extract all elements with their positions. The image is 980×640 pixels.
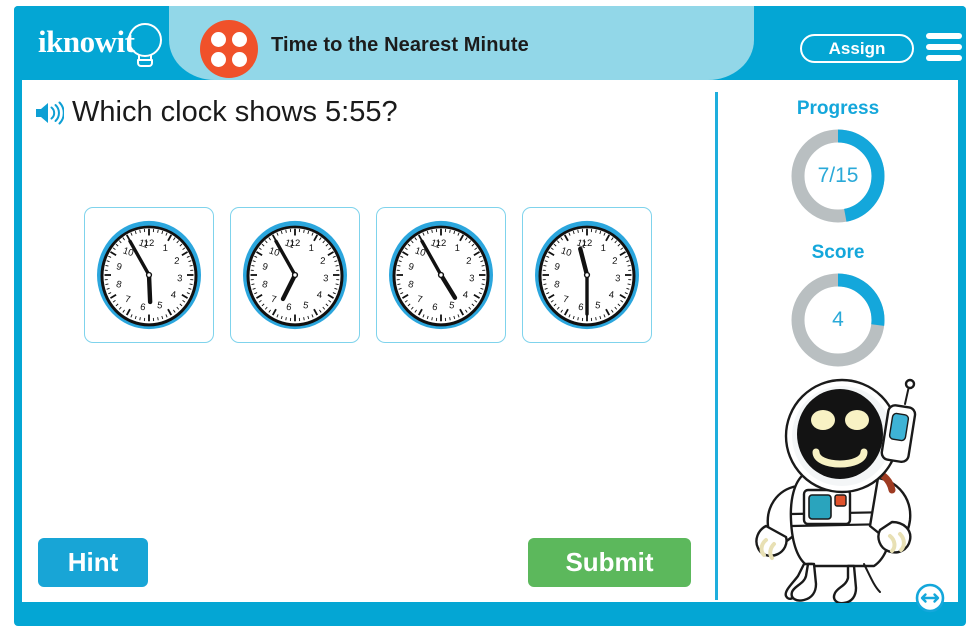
topic-title: Time to the Nearest Minute bbox=[271, 34, 529, 56]
analog-clock-icon: 12 1234567891011 bbox=[389, 220, 493, 330]
svg-text:3: 3 bbox=[177, 273, 183, 284]
progress-ring: 7/15 bbox=[786, 124, 890, 228]
answer-choice-list: 12 1 2 3 4 5 6 7 8 9 10 11 12 1 2 3 4 5 6 7 8 9 10 11 12 1 2 3 4 5 6… bbox=[84, 207, 652, 343]
submit-button[interactable]: Submit bbox=[528, 538, 691, 587]
question-row: Which clock shows 5:55? bbox=[34, 96, 398, 129]
menu-bar bbox=[926, 44, 962, 50]
score-ring: 4 bbox=[786, 268, 890, 372]
hint-button[interactable]: Hint bbox=[38, 538, 148, 587]
svg-text:3: 3 bbox=[615, 273, 621, 284]
menu-bar bbox=[926, 55, 962, 61]
badge-dot bbox=[232, 32, 247, 47]
svg-text:3: 3 bbox=[469, 273, 475, 284]
answer-choice-c[interactable]: 12 1 2 3 4 5 6 7 8 9 10 11 bbox=[376, 207, 506, 343]
lightbulb-icon bbox=[128, 23, 162, 57]
progress-label: Progress bbox=[796, 98, 880, 119]
svg-text:1: 1 bbox=[309, 243, 315, 254]
svg-text:2: 2 bbox=[612, 256, 618, 267]
analog-clock-icon: 12 1234567891011 bbox=[243, 220, 347, 330]
badge-dot bbox=[211, 32, 226, 47]
svg-text:1: 1 bbox=[601, 243, 607, 254]
analog-clock-icon: 12 1234567891011 bbox=[97, 220, 201, 330]
svg-text:2: 2 bbox=[466, 256, 472, 267]
four-dots-circle-icon bbox=[200, 20, 258, 78]
analog-clock-icon: 12 1234567891011 bbox=[535, 220, 639, 330]
svg-text:1: 1 bbox=[455, 243, 461, 254]
answer-choice-b[interactable]: 12 1 2 3 4 5 6 7 8 9 10 11 bbox=[230, 207, 360, 343]
iknowit-logo[interactable]: iknowit bbox=[38, 22, 174, 72]
progress-gauge: Progress 7/15 bbox=[718, 98, 958, 228]
speaker-icon[interactable] bbox=[34, 100, 64, 126]
lightbulb-base-icon bbox=[137, 59, 153, 67]
app-root: iknowit Time to the Nearest Minute Assig… bbox=[0, 0, 980, 640]
svg-text:1: 1 bbox=[163, 243, 169, 254]
progress-value: 7/15 bbox=[817, 164, 859, 187]
svg-text:2: 2 bbox=[320, 256, 326, 267]
score-label: Score bbox=[811, 242, 865, 263]
resize-horizontal-icon[interactable] bbox=[914, 582, 946, 614]
badge-dot bbox=[232, 52, 247, 67]
hamburger-menu-icon[interactable] bbox=[926, 32, 962, 64]
logo-wordmark: iknowit bbox=[38, 24, 135, 59]
svg-text:2: 2 bbox=[174, 256, 180, 267]
svg-text:3: 3 bbox=[323, 273, 329, 284]
badge-dot bbox=[211, 52, 226, 67]
astronaut-robot-mascot bbox=[755, 378, 917, 603]
question-text: Which clock shows 5:55? bbox=[72, 96, 398, 128]
score-gauge: Score 4 bbox=[718, 242, 958, 372]
assign-button[interactable]: Assign bbox=[800, 34, 914, 63]
menu-bar bbox=[926, 33, 962, 39]
score-value: 4 bbox=[832, 308, 844, 331]
answer-choice-a[interactable]: 12 1 2 3 4 5 6 7 8 9 10 11 bbox=[84, 207, 214, 343]
app-header: iknowit Time to the Nearest Minute Assig… bbox=[14, 6, 966, 80]
answer-choice-d[interactable]: 12 1 2 3 4 5 6 7 8 9 10 11 bbox=[522, 207, 652, 343]
